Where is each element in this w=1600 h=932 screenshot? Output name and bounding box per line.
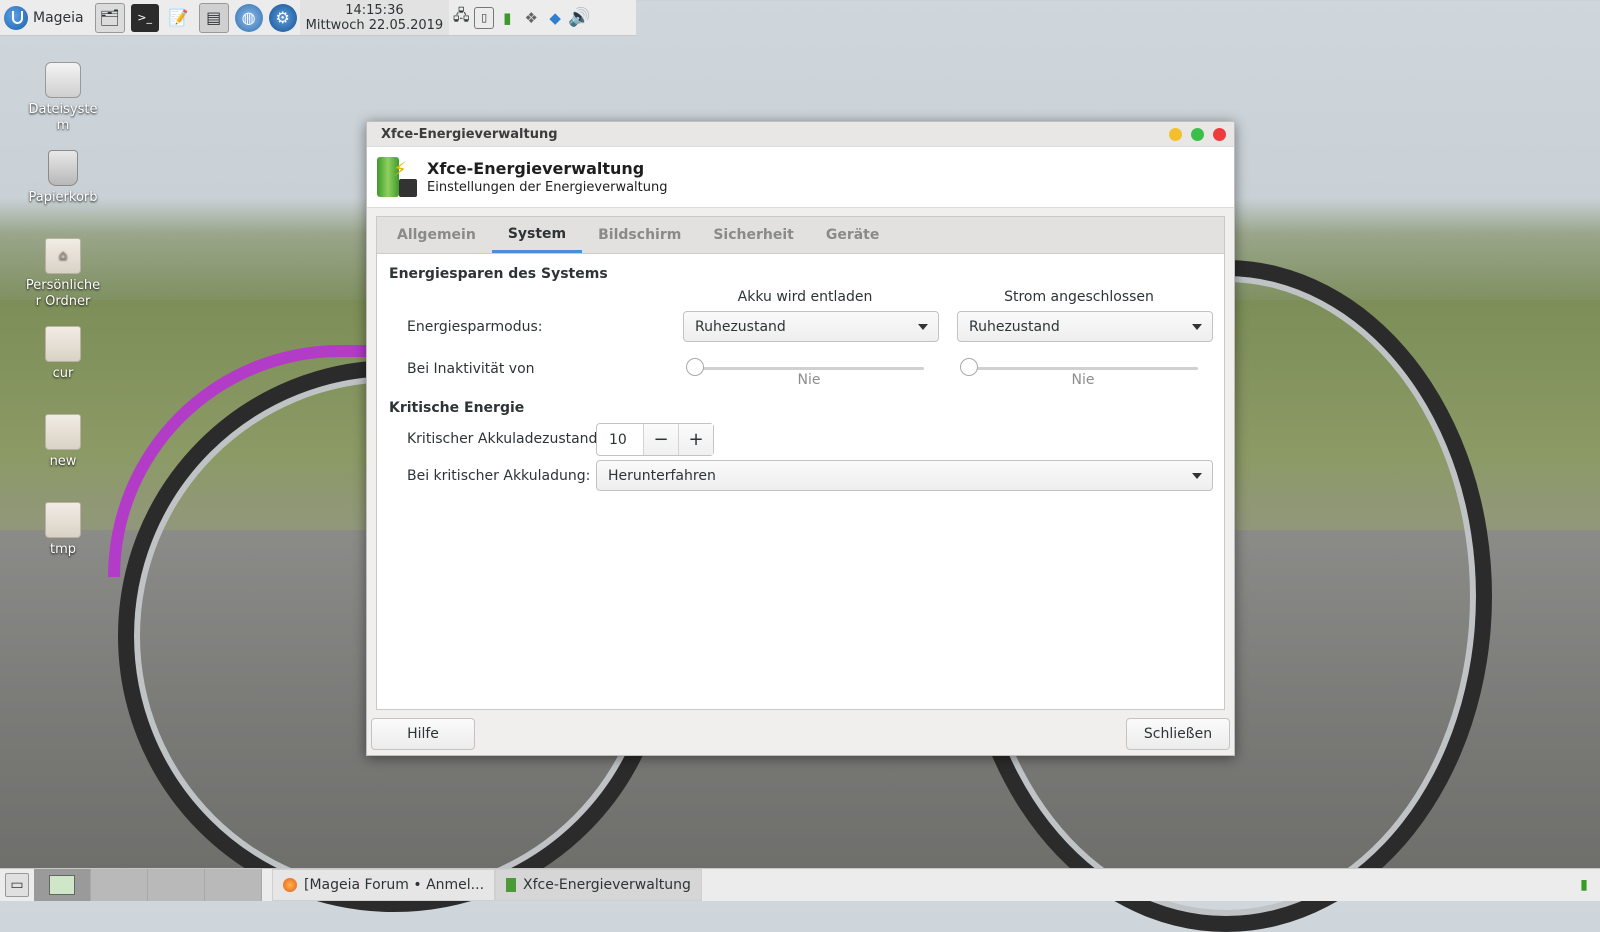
system-config-icon[interactable]: ⚙	[268, 3, 297, 32]
home-folder-icon: ⌂	[45, 238, 81, 274]
text-editor-icon[interactable]: 📝	[165, 4, 193, 32]
inactivity-battery-value: Nie	[797, 372, 821, 388]
increment-button[interactable]: +	[678, 424, 713, 455]
desktop-icon-label: cur	[52, 366, 74, 381]
column-header-ac: Strom angeschlossen	[1004, 289, 1154, 305]
tab-devices[interactable]: Geräte	[810, 217, 896, 253]
settings-icon[interactable]: ▤	[198, 2, 229, 33]
workspace-2[interactable]	[91, 869, 148, 901]
task-label: Xfce-Energieverwaltung	[523, 877, 691, 893]
minimize-button[interactable]	[1169, 127, 1182, 141]
desktop-icon-cur[interactable]: cur	[18, 326, 108, 382]
folder-icon	[45, 326, 81, 362]
desktop-icon-trash[interactable]: Papierkorb	[18, 150, 108, 206]
desktop-icon-label: Persönliche r Ordner	[25, 278, 101, 309]
header-subtitle: Einstellungen der Energieverwaltung	[427, 180, 668, 195]
chevron-down-icon	[1192, 472, 1202, 479]
dropbox-icon[interactable]: ❖	[520, 6, 542, 30]
mageia-logo-icon	[4, 5, 28, 30]
chevron-down-icon	[918, 323, 928, 330]
top-panel: Mageia 🗂 >_ 📝 ▤ ◍ ⚙ 14:15:36 Mittwoch 22…	[0, 0, 636, 36]
decrement-button[interactable]: −	[643, 424, 678, 455]
help-button[interactable]: Hilfe	[371, 718, 475, 750]
chevron-down-icon	[1192, 323, 1202, 330]
task-button-power-manager[interactable]: Xfce-Energieverwaltung	[495, 869, 702, 901]
bottom-taskbar: ▭ [Mageia Forum • Anmel... Xfce-Energiev…	[0, 868, 1600, 901]
inactivity-ac-value: Nie	[1071, 372, 1095, 388]
sleep-mode-battery-dropdown[interactable]: Ruhezustand	[683, 311, 939, 342]
clock-time: 14:15:36	[345, 2, 404, 18]
slider-track	[692, 367, 924, 370]
slider-track	[966, 367, 1198, 370]
sleep-mode-label: Energiesparmodus:	[407, 319, 543, 335]
section-title-system-sleep: Energiesparen des Systems	[389, 266, 608, 282]
window-title: Xfce-Energieverwaltung	[381, 126, 558, 142]
tab-security[interactable]: Sicherheit	[697, 217, 810, 253]
critical-action-dropdown[interactable]: Herunterfahren	[596, 460, 1213, 491]
tab-bar: Allgemein System Bildschirm Sicherheit G…	[377, 217, 1224, 254]
section-title-critical-power: Kritische Energie	[389, 400, 525, 416]
power-manager-tray-icon[interactable]: ▮	[1573, 874, 1595, 896]
terminal-icon[interactable]: >_	[130, 3, 159, 32]
file-manager-icon[interactable]: 🗂	[94, 2, 125, 33]
folder-icon	[45, 414, 81, 450]
critical-level-spinbutton[interactable]: 10 − +	[596, 423, 714, 456]
applications-menu-button[interactable]: Mageia	[0, 0, 92, 35]
tab-general[interactable]: Allgemein	[381, 217, 492, 253]
power-manager-icon	[49, 875, 75, 895]
workspace-3[interactable]	[148, 869, 205, 901]
task-button-firefox[interactable]: [Mageia Forum • Anmel...	[272, 869, 496, 901]
tab-display[interactable]: Bildschirm	[582, 217, 697, 253]
maximize-button[interactable]	[1191, 127, 1204, 141]
desktop-icon-label: Dateisyste m	[28, 102, 98, 133]
dropdown-value: Herunterfahren	[608, 467, 716, 484]
dropdown-value: Ruhezustand	[969, 318, 1060, 335]
volume-icon[interactable]: 🔊	[568, 6, 590, 30]
bluetooth-icon[interactable]: ◆	[544, 6, 566, 30]
clock-date: Mittwoch 22.05.2019	[305, 17, 444, 33]
workspace-4[interactable]	[205, 869, 262, 901]
spin-value[interactable]: 10	[597, 424, 643, 455]
task-label: [Mageia Forum • Anmel...	[304, 877, 485, 893]
battery-icon	[377, 157, 417, 197]
desktop-icon-tmp[interactable]: tmp	[18, 502, 108, 558]
desktop-icon-filesystem[interactable]: Dateisyste m	[18, 62, 108, 134]
desktop-icon-label: new	[49, 454, 77, 469]
critical-level-label: Kritischer Akkuladezustand:	[407, 431, 603, 447]
desktop-icon-label: Papierkorb	[28, 190, 98, 205]
sleep-mode-ac-dropdown[interactable]: Ruhezustand	[957, 311, 1213, 342]
power-manager-window: Xfce-Energieverwaltung Xfce-Energieverwa…	[366, 121, 1235, 756]
network-icon[interactable]: 🖧	[450, 6, 472, 30]
workspace-1[interactable]	[34, 869, 91, 901]
window-close-button[interactable]	[1213, 127, 1226, 141]
desktop-icon-home[interactable]: ⌂ Persönliche r Ordner	[18, 238, 108, 310]
window-titlebar[interactable]: Xfce-Energieverwaltung	[367, 122, 1234, 147]
desktop-icon-new[interactable]: new	[18, 414, 108, 470]
applications-menu-label: Mageia	[33, 9, 84, 26]
column-header-battery: Akku wird entladen	[737, 289, 873, 305]
browser-icon[interactable]: ◍	[234, 3, 263, 32]
panel-clock[interactable]: 14:15:36 Mittwoch 22.05.2019	[299, 0, 450, 35]
dialog-header: Xfce-Energieverwaltung Einstellungen der…	[367, 147, 1234, 208]
usb-icon[interactable]: ▯	[474, 6, 495, 29]
drive-icon	[45, 62, 81, 98]
dropdown-value: Ruhezustand	[695, 318, 786, 335]
critical-action-label: Bei kritischer Akkuladung:	[407, 468, 591, 484]
desktop-icon-label: tmp	[49, 542, 76, 557]
inactivity-label: Bei Inaktivität von	[407, 361, 535, 377]
settings-notebook: Allgemein System Bildschirm Sicherheit G…	[376, 216, 1225, 710]
system-tab-content: Energiesparen des Systems Akku wird entl…	[377, 254, 1224, 706]
folder-icon	[45, 502, 81, 538]
close-button[interactable]: Schließen	[1126, 718, 1230, 750]
trash-icon	[48, 150, 78, 186]
firefox-icon	[283, 878, 297, 892]
power-manager-icon[interactable]: ▮	[496, 6, 518, 30]
power-manager-icon	[506, 878, 517, 892]
header-title: Xfce-Energieverwaltung	[427, 159, 645, 178]
show-desktop-icon[interactable]: ▭	[5, 873, 29, 897]
tab-system[interactable]: System	[491, 217, 583, 253]
